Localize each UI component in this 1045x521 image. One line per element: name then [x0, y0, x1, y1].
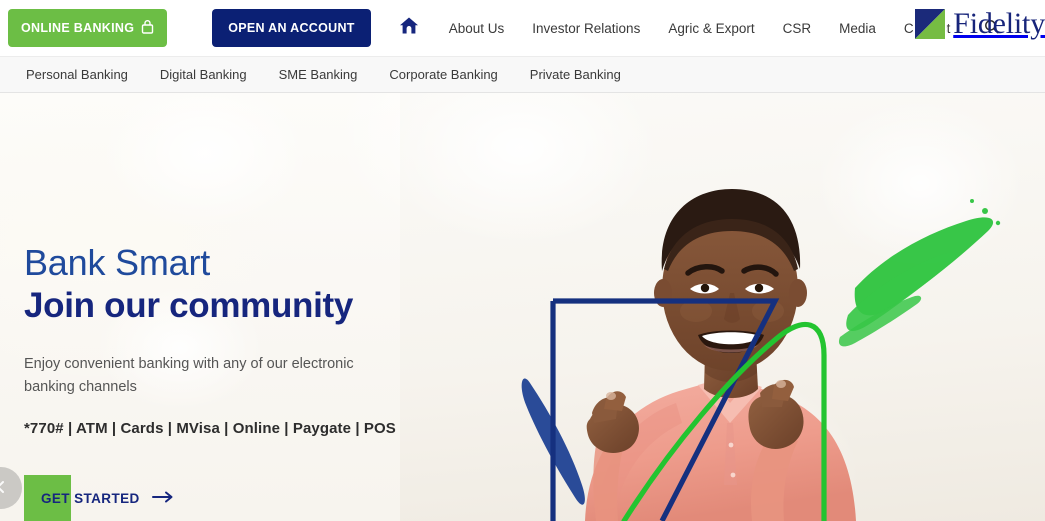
- nav-item-agric-export[interactable]: Agric & Export: [654, 21, 768, 36]
- nav-item-csr[interactable]: CSR: [769, 21, 826, 36]
- subnav-item-personal-banking[interactable]: Personal Banking: [10, 67, 144, 82]
- site-header: ONLINE BANKING OPEN AN ACCOUNT About Us …: [0, 0, 1045, 56]
- subnav-item-digital-banking[interactable]: Digital Banking: [144, 67, 263, 82]
- page-root: ONLINE BANKING OPEN AN ACCOUNT About Us …: [0, 0, 1045, 521]
- padlock-icon: [141, 19, 154, 37]
- subnav-item-private-banking[interactable]: Private Banking: [514, 67, 637, 82]
- main-navigation: About Us Investor Relations Agric & Expo…: [435, 21, 965, 36]
- person-head: [654, 189, 807, 371]
- online-banking-button[interactable]: ONLINE BANKING: [8, 9, 168, 47]
- hero-image: [400, 93, 1045, 521]
- online-banking-label: ONLINE BANKING: [21, 21, 135, 35]
- home-icon: [399, 16, 419, 40]
- chevron-left-icon: [0, 480, 8, 497]
- get-started-cta[interactable]: GET STARTED: [24, 475, 174, 521]
- green-brush-graphic: [838, 199, 1001, 347]
- open-account-button[interactable]: OPEN AN ACCOUNT: [212, 9, 371, 47]
- fidelity-logo-mark: [914, 8, 947, 40]
- subnav-item-corporate-banking[interactable]: Corporate Banking: [373, 67, 513, 82]
- get-started-button[interactable]: GET STARTED: [41, 491, 174, 506]
- hero-copy: Bank Smart Join our community Enjoy conv…: [24, 242, 424, 437]
- brand-logo[interactable]: Fidelity: [914, 8, 1045, 40]
- get-started-label: GET STARTED: [41, 490, 140, 506]
- open-account-label: OPEN AN ACCOUNT: [228, 21, 355, 35]
- nav-item-investor-relations[interactable]: Investor Relations: [518, 21, 654, 36]
- hero-channels: *770# | ATM | Cards | MVisa | Online | P…: [24, 419, 396, 437]
- secondary-navigation: Personal Banking Digital Banking SME Ban…: [0, 56, 1045, 93]
- nav-item-about-us[interactable]: About Us: [435, 21, 519, 36]
- subnav-item-sme-banking[interactable]: SME Banking: [263, 67, 374, 82]
- hero-kicker: Bank Smart: [24, 242, 211, 283]
- hero-title: Join our community: [24, 286, 354, 326]
- home-link[interactable]: [399, 16, 419, 40]
- arrow-right-icon: [151, 491, 174, 506]
- brand-name: Fidelity: [953, 7, 1045, 40]
- hero-subtitle: Enjoy convenient banking with any of our…: [24, 355, 354, 395]
- hero-carousel: Bank Smart Join our community Enjoy conv…: [0, 93, 1045, 521]
- hero-photo-person: [521, 189, 1001, 521]
- nav-item-media[interactable]: Media: [825, 21, 890, 36]
